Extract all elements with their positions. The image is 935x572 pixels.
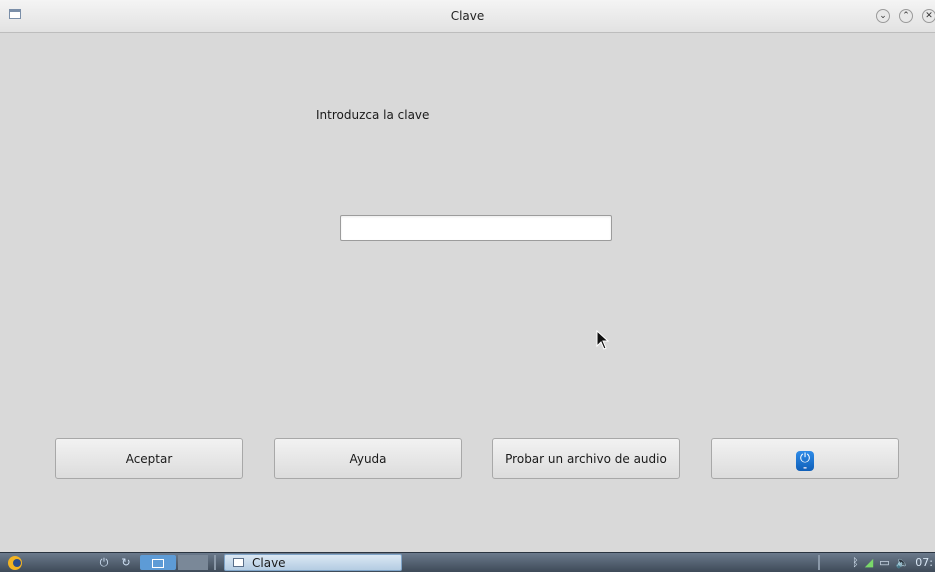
- maximize-icon[interactable]: ⌃: [899, 9, 913, 23]
- password-input[interactable]: [340, 215, 612, 241]
- battery-icon[interactable]: ▭: [879, 556, 889, 569]
- refresh-icon[interactable]: ↻: [118, 555, 134, 570]
- close-icon[interactable]: ✕: [922, 9, 935, 23]
- title-bar: Clave ⌄ ⌃ ✕: [0, 0, 935, 33]
- power-icon[interactable]: ⏻: [96, 555, 112, 570]
- accept-button[interactable]: Aceptar: [55, 438, 243, 479]
- mouse-cursor-icon: [596, 330, 610, 350]
- system-tray: ᛒ ◢ ▭ 🔈 07:: [852, 554, 935, 571]
- password-prompt-label: Introduzca la clave: [316, 108, 430, 122]
- window-title: Clave: [450, 9, 485, 23]
- show-desktop-icon[interactable]: [140, 555, 176, 570]
- taskbar-item-clave[interactable]: Clave: [224, 554, 402, 571]
- clock[interactable]: 07:: [915, 556, 933, 569]
- start-menu-icon[interactable]: [4, 554, 26, 571]
- network-icon[interactable]: ◢: [865, 556, 873, 569]
- taskbar: ⏻ ↻ Clave ᛒ ◢ ▭ 🔈 07:: [0, 552, 935, 572]
- taskbar-separator: [214, 555, 216, 570]
- power-icon: ⏻ ▬: [796, 450, 814, 471]
- taskbar-separator: [818, 555, 820, 570]
- minimize-icon[interactable]: ⌄: [876, 9, 890, 23]
- taskbar-item-label: Clave: [252, 555, 286, 570]
- window-icon: [233, 558, 244, 567]
- volume-icon[interactable]: 🔈: [896, 556, 910, 569]
- help-button-label: Ayuda: [349, 451, 387, 466]
- pager[interactable]: [178, 555, 208, 570]
- power-button[interactable]: ⏻ ▬: [711, 438, 899, 479]
- accept-button-label: Aceptar: [125, 451, 173, 466]
- bluetooth-icon[interactable]: ᛒ: [852, 556, 859, 569]
- help-button[interactable]: Ayuda: [274, 438, 462, 479]
- test-audio-button[interactable]: Probar un archivo de audio: [492, 438, 680, 479]
- test-audio-button-label: Probar un archivo de audio: [505, 451, 667, 466]
